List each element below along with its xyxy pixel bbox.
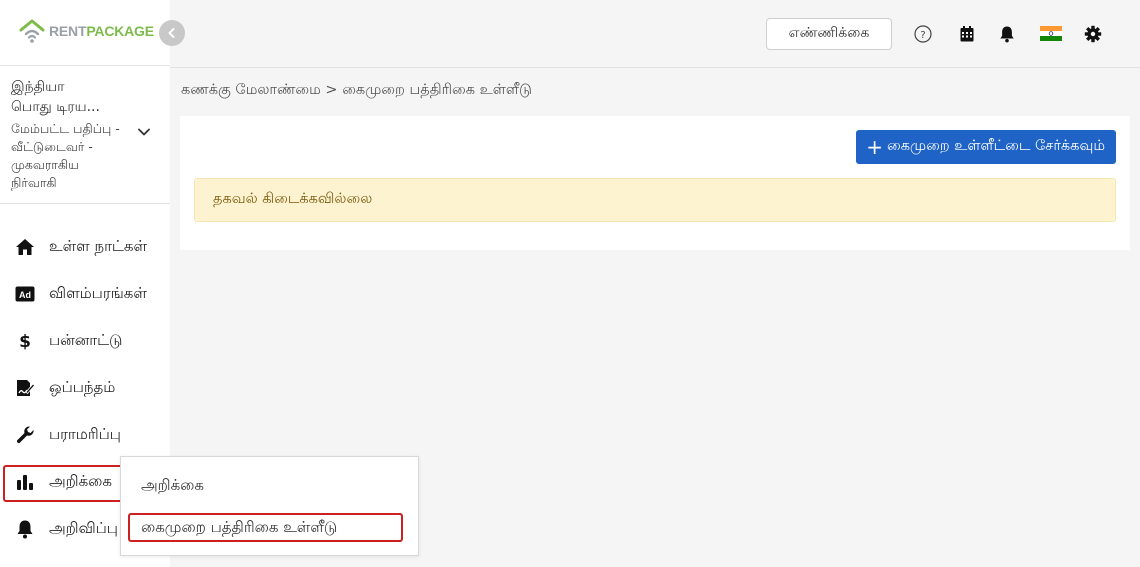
bar-chart-icon [14, 471, 36, 493]
add-manual-entry-label: கைமுறை உள்ளீட்டை சேர்க்கவும் [886, 138, 1105, 154]
logo-text-rent: RENT [49, 23, 87, 39]
svg-text:?: ? [920, 30, 925, 41]
account-country: இந்தியா [11, 79, 65, 95]
dollar-icon: $ [14, 330, 36, 352]
logo-text-package: PACKAGE [86, 23, 154, 39]
calendar-icon[interactable] [955, 22, 979, 46]
add-manual-entry-button[interactable]: + கைமுறை உள்ளீட்டை சேர்க்கவும் [856, 130, 1116, 164]
sidebar-item-maintenance[interactable]: பராமரிப்பு [0, 411, 170, 458]
account-switcher[interactable]: இந்தியா பொது டிரய... மேம்பட்ட பதிப்பு - … [0, 66, 170, 204]
breadcrumb: கணக்கு மேலாண்மை > கைமுறை பத்திரிகை உள்ளீ… [181, 82, 532, 98]
bell-icon [14, 518, 36, 540]
help-icon[interactable]: ? [911, 22, 935, 46]
sidebar-item-label: பராமரிப்பு [49, 424, 121, 443]
sidebar-item-ads[interactable]: Ad விளம்பரங்கள் [0, 270, 170, 317]
svg-text:$: $ [19, 332, 31, 351]
topbar: எண்ணிக்கை ? [170, 0, 1140, 68]
logo-wifi-house-icon [19, 19, 45, 43]
sidebar-item-label: உள்ள நாட்கள் [49, 236, 147, 255]
sidebar-item-stays[interactable]: உள்ள நாட்கள் [0, 223, 170, 270]
report-submenu: அறிக்கை கைமுறை பத்திரிகை உள்ளீடு [120, 456, 419, 556]
svg-text:Ad: Ad [19, 290, 31, 300]
sidebar-item-contract[interactable]: ஒப்பந்தம் [0, 364, 170, 411]
sidebar-item-label: ஒப்பந்தம் [49, 377, 116, 396]
submenu-item-manual-journal-entry[interactable]: கைமுறை பத்திரிகை உள்ளீடு [128, 513, 403, 542]
collapse-sidebar-button[interactable] [159, 20, 185, 46]
settings-gear-icon[interactable] [1081, 22, 1105, 46]
account-title: பொது டிரய... [11, 99, 100, 115]
chevron-down-icon[interactable] [136, 124, 152, 144]
plus-icon: + [866, 135, 883, 159]
wrench-icon [14, 424, 36, 446]
sidebar-item-label: அறிவிப்பு [49, 518, 118, 537]
logo-bar: RENTPACKAGE [0, 0, 170, 66]
sidebar-item-label: விளம்பரங்கள் [49, 283, 147, 302]
contract-icon [14, 377, 36, 399]
submenu-item-report[interactable]: அறிக்கை [141, 476, 204, 496]
ad-icon: Ad [14, 283, 36, 305]
account-role: மேம்பட்ட பதிப்பு - வீட்டுடைவர் - முகவராக… [11, 121, 120, 190]
home-icon [14, 236, 36, 258]
logo-text: RENTPACKAGE [49, 23, 154, 39]
sidebar-item-label: பன்னாட்டு [49, 330, 123, 349]
count-button[interactable]: எண்ணிக்கை [766, 18, 892, 50]
no-data-alert: தகவல் கிடைக்கவில்லை [194, 178, 1116, 222]
content-panel: + கைமுறை உள்ளீட்டை சேர்க்கவும் தகவல் கிட… [180, 116, 1130, 250]
chevron-left-icon [168, 28, 175, 38]
india-flag-icon[interactable] [1039, 21, 1063, 45]
logo[interactable]: RENTPACKAGE [18, 18, 154, 44]
sidebar-item-finance[interactable]: $ பன்னாட்டு [0, 317, 170, 364]
sidebar-item-label: அறிக்கை [49, 471, 112, 490]
notification-bell-icon[interactable] [995, 22, 1019, 46]
